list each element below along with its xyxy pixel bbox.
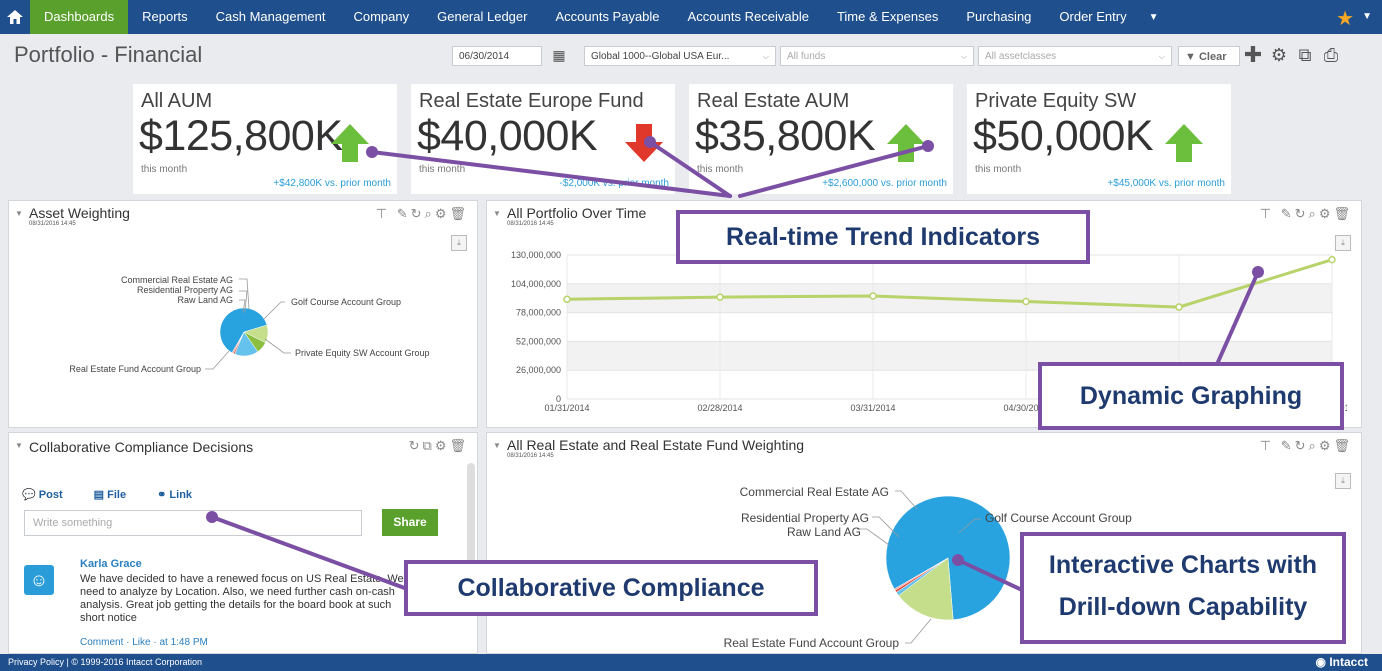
callout-dynamic-graphing: Dynamic Graphing	[1038, 362, 1344, 430]
callout-interactive-charts: Interactive Charts with Drill-down Capab…	[1020, 532, 1346, 644]
callout-collaborative-compliance: Collaborative Compliance	[404, 560, 818, 616]
callout-trend-indicators: Real-time Trend Indicators	[676, 210, 1090, 264]
